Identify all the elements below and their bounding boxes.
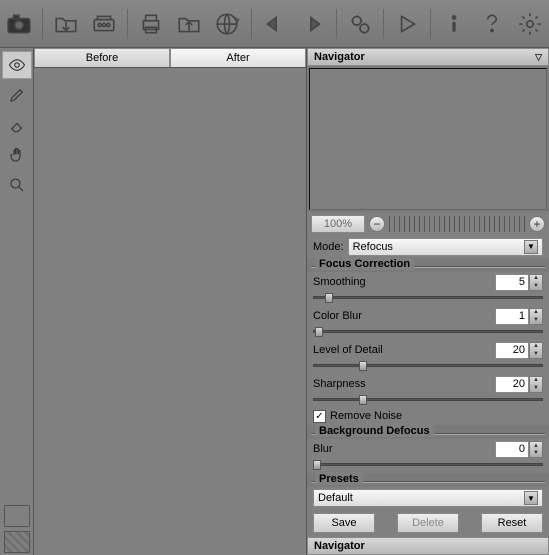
navigator2-header[interactable]: Navigator (307, 537, 549, 555)
presets-group: Presets (315, 473, 363, 485)
colorblur-input[interactable]: 1 (495, 308, 529, 325)
chevron-down-icon: ▼ (524, 240, 538, 254)
smoothing-input[interactable]: 5 (495, 274, 529, 291)
focus-correction-group: Focus Correction (315, 258, 414, 270)
help-icon[interactable] (477, 7, 507, 41)
colorblur-spinner[interactable]: ▲▼ (529, 308, 543, 325)
info-icon[interactable] (439, 7, 469, 41)
play-icon[interactable] (392, 7, 422, 41)
blur-spinner[interactable]: ▲▼ (529, 441, 543, 458)
lod-input[interactable]: 20 (495, 342, 529, 359)
print-icon[interactable] (136, 7, 166, 41)
blur-slider[interactable] (313, 461, 543, 469)
camera-icon[interactable] (4, 7, 34, 41)
tab-before[interactable]: Before (34, 48, 170, 67)
eraser-tool-icon[interactable] (2, 111, 32, 139)
settings-icon[interactable] (515, 7, 545, 41)
center-panel: Before After (34, 48, 307, 555)
right-panel: Navigator ▽ 100% − + Mode: Refocus ▼ Foc… (307, 48, 549, 555)
sharpness-label: Sharpness (313, 378, 495, 390)
lod-spinner[interactable]: ▲▼ (529, 342, 543, 359)
colorblur-slider[interactable] (313, 328, 543, 336)
mode-label: Mode: (313, 241, 344, 253)
zoom-in-button[interactable]: + (529, 216, 545, 232)
preview-canvas[interactable] (34, 68, 306, 555)
top-toolbar (0, 0, 549, 48)
bottom-slot-1[interactable] (4, 505, 30, 527)
gears-icon[interactable] (345, 7, 375, 41)
smoothing-label: Smoothing (313, 276, 495, 288)
chevron-down-icon: ▼ (524, 491, 538, 505)
reset-button[interactable]: Reset (481, 513, 543, 533)
pencil-tool-icon[interactable] (2, 81, 32, 109)
blur-input[interactable]: 0 (495, 441, 529, 458)
smoothing-slider[interactable] (313, 294, 543, 302)
mode-value: Refocus (353, 241, 393, 253)
open-icon[interactable] (51, 7, 81, 41)
sharpness-spinner[interactable]: ▲▼ (529, 376, 543, 393)
lod-label: Level of Detail (313, 344, 495, 356)
web-icon[interactable] (212, 7, 242, 41)
background-defocus-group: Background Defocus (315, 425, 434, 437)
preset-value: Default (318, 492, 353, 504)
zoom-out-button[interactable]: − (369, 216, 385, 232)
colorblur-label: Color Blur (313, 310, 495, 322)
preset-dropdown[interactable]: Default ▼ (313, 489, 543, 507)
eye-tool-icon[interactable] (2, 51, 32, 79)
sharpness-slider[interactable] (313, 396, 543, 404)
navigator-preview[interactable] (309, 68, 547, 210)
sharpness-input[interactable]: 20 (495, 376, 529, 393)
batch-icon[interactable] (89, 7, 119, 41)
lod-slider[interactable] (313, 362, 543, 370)
zoom-value[interactable]: 100% (311, 215, 365, 233)
collapse-icon[interactable]: ▽ (535, 48, 542, 66)
tool-sidebar (0, 48, 34, 555)
tab-after[interactable]: After (170, 48, 306, 67)
blur-label: Blur (313, 443, 495, 455)
undo-icon[interactable] (259, 7, 289, 41)
delete-button[interactable]: Delete (397, 513, 459, 533)
smoothing-spinner[interactable]: ▲▼ (529, 274, 543, 291)
navigator2-title: Navigator (314, 537, 365, 555)
navigator-header[interactable]: Navigator ▽ (307, 48, 549, 66)
navigator-title: Navigator (314, 48, 365, 66)
hand-tool-icon[interactable] (2, 141, 32, 169)
save-button[interactable]: Save (313, 513, 375, 533)
mode-dropdown[interactable]: Refocus ▼ (348, 238, 543, 256)
redo-icon[interactable] (298, 7, 328, 41)
zoom-tool-icon[interactable] (2, 171, 32, 199)
remove-noise-label: Remove Noise (330, 410, 402, 422)
save-icon[interactable] (174, 7, 204, 41)
zoom-slider[interactable] (389, 216, 525, 232)
bottom-slot-2[interactable] (4, 531, 30, 553)
remove-noise-checkbox[interactable]: ✓ (313, 410, 326, 423)
